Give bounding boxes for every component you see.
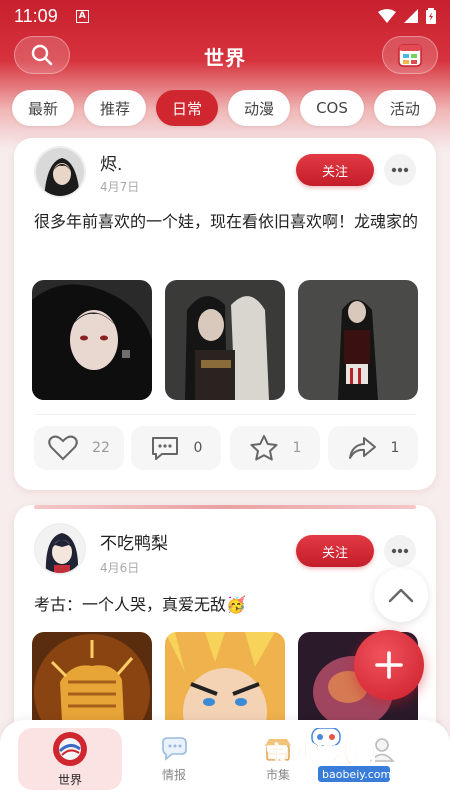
more-button[interactable] (384, 535, 416, 567)
card-accent-line (34, 505, 416, 509)
post-image[interactable] (298, 280, 418, 400)
post-username[interactable]: 不吃鸭梨 (100, 529, 168, 554)
avatar[interactable] (34, 523, 86, 575)
post-date: 4月6日 (100, 561, 140, 575)
star-icon (250, 435, 278, 461)
follow-button[interactable]: 关注 (296, 154, 374, 186)
status-bar: 11:09 A (0, 0, 450, 32)
news-icon (162, 736, 187, 761)
status-indicators (378, 8, 436, 24)
wifi-icon (378, 9, 396, 23)
comment-icon (151, 437, 178, 460)
post-username[interactable]: 烬. (100, 150, 122, 175)
more-dots-icon (391, 167, 409, 173)
tab-recommended[interactable]: 推荐 (84, 90, 147, 126)
category-tabs: 最新 推荐 日常 动漫 COS 活动 (0, 90, 450, 130)
favorite-button[interactable]: 1 (230, 426, 320, 470)
watermark-url: baobeiy.com (322, 768, 391, 781)
comment-button[interactable]: 0 (131, 426, 221, 470)
nav-label: 世界 (57, 772, 82, 787)
divider (34, 414, 416, 415)
tab-cos[interactable]: COS (300, 90, 364, 126)
post-text: 考古：一个人哭，真爱无敌🥳 (34, 595, 246, 614)
share-button[interactable]: 1 (328, 426, 418, 470)
favorite-count: 1 (292, 440, 302, 456)
status-time: 11:09 (14, 5, 58, 26)
nav-world[interactable]: 世界 (18, 728, 122, 790)
post-image[interactable] (165, 280, 285, 400)
watermark-logo: 宝贝游戏网 baobeiy.com (262, 727, 422, 784)
notification-a-icon: A (75, 9, 89, 23)
tab-daily[interactable]: 日常 (156, 90, 219, 126)
share-icon (348, 437, 376, 459)
comment-count: 0 (193, 440, 203, 456)
avatar[interactable] (34, 146, 86, 198)
more-dots-icon (391, 548, 409, 554)
post-card: 烬. 4月7日 关注 很多年前喜欢的一个娃，现在看依旧喜欢啊！龙魂家的 22 0… (14, 138, 436, 490)
world-icon (53, 731, 87, 766)
create-post-button[interactable] (354, 630, 424, 700)
post-date: 4月7日 (100, 180, 140, 194)
like-button[interactable]: 22 (34, 426, 124, 470)
checkin-button[interactable] (382, 36, 438, 74)
nav-label: 情报 (161, 767, 186, 782)
nav-news[interactable]: 情报 (122, 728, 226, 790)
post-text: 很多年前喜欢的一个娃，现在看依旧喜欢啊！龙魂家的 (34, 212, 419, 231)
share-count: 1 (390, 440, 400, 456)
signal-icon (404, 9, 418, 23)
battery-icon (426, 8, 436, 24)
top-bar: 世界 (0, 32, 450, 82)
heart-icon (48, 435, 78, 461)
chevron-up-icon (388, 588, 414, 603)
tab-anime[interactable]: 动漫 (228, 90, 291, 126)
more-button[interactable] (384, 154, 416, 186)
calendar-checkin-icon (398, 44, 422, 67)
tab-events[interactable]: 活动 (373, 90, 436, 126)
post-image[interactable] (32, 280, 152, 400)
scroll-top-button[interactable] (374, 568, 428, 622)
like-count: 22 (92, 440, 110, 456)
plus-icon (375, 651, 403, 679)
watermark-text: 宝贝游戏网 (266, 742, 376, 768)
tab-latest[interactable]: 最新 (12, 90, 75, 126)
follow-button[interactable]: 关注 (296, 535, 374, 567)
